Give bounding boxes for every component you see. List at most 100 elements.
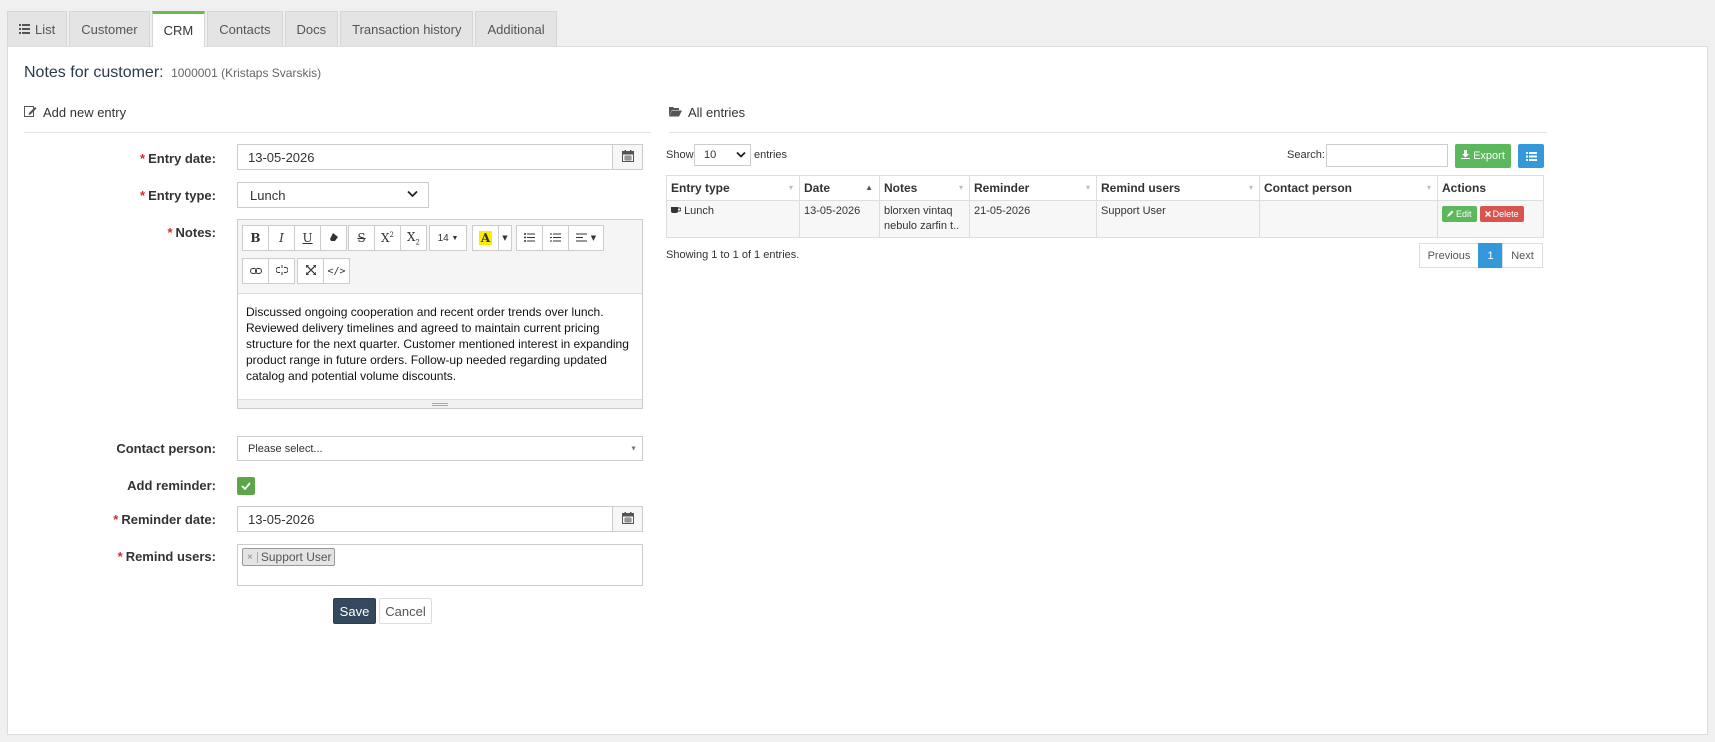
export-button[interactable]: Export — [1455, 144, 1511, 168]
contact-person-label: Contact person: — [116, 441, 216, 456]
editor-toolbar: B I U S X2 X2 14 ▼ A ▼ ▼ </> — [238, 220, 642, 294]
subscript-button[interactable]: X2 — [400, 225, 427, 251]
bullet-list-button[interactable] — [516, 225, 543, 251]
col-date[interactable]: Date ▲ — [799, 175, 880, 201]
tab-additional[interactable]: Additional — [475, 11, 557, 46]
bullet-list-icon — [524, 231, 535, 245]
col-label: Actions — [1442, 181, 1487, 195]
tab-transaction-history[interactable]: Transaction history — [340, 11, 474, 46]
remove-tag-icon[interactable]: × — [243, 551, 258, 563]
previous-page-button[interactable]: Previous — [1419, 243, 1479, 268]
cell-contact-person — [1259, 200, 1438, 238]
all-entries-heading: All entries — [669, 105, 1547, 133]
toolbar-script-group: S X2 X2 — [348, 225, 427, 251]
entry-date-field[interactable]: 13-05-2026 — [237, 144, 643, 170]
list-icon — [19, 22, 30, 37]
all-entries-heading-text: All entries — [688, 105, 746, 120]
edit-button[interactable]: Edit — [1442, 206, 1477, 222]
code-view-button[interactable]: </> — [323, 258, 350, 284]
delete-label: Delete — [1492, 208, 1519, 219]
caret-down-icon: ▼ — [590, 234, 597, 242]
entry-date-label-text: Entry date: — [148, 151, 216, 166]
notes-label: * Notes: — [167, 225, 216, 240]
required-mark: * — [167, 225, 173, 240]
page-size-select[interactable]: 10 — [694, 144, 751, 166]
entry-type-label-text: Entry type: — [148, 188, 216, 203]
reminder-date-label: * Reminder date: — [113, 512, 216, 527]
entry-type-select[interactable]: Lunch — [237, 182, 429, 208]
editor-resize-handle[interactable] — [238, 399, 642, 408]
add-reminder-checkbox[interactable] — [237, 477, 255, 495]
cancel-button[interactable]: Cancel — [379, 598, 432, 624]
calendar-button[interactable] — [612, 507, 642, 531]
toolbar-color-group: A ▼ — [472, 225, 512, 251]
cell-date: 13-05-2026 — [799, 200, 880, 238]
superscript-icon: X2 — [380, 231, 394, 245]
reminder-date-field[interactable]: 13-05-2026 — [237, 506, 643, 532]
calendar-icon — [621, 511, 634, 527]
col-entry-type[interactable]: Entry type ▾ — [666, 175, 800, 201]
cell-reminder: 21-05-2026 — [969, 200, 1097, 238]
notes-text[interactable]: Discussed ongoing cooperation and recent… — [246, 304, 634, 384]
col-notes[interactable]: Notes ▾ — [879, 175, 970, 201]
reminder-date-value: 13-05-2026 — [248, 511, 315, 527]
tab-customer[interactable]: Customer — [69, 11, 150, 46]
add-entry-heading: Add new entry — [24, 105, 651, 133]
unlink-button[interactable] — [268, 258, 295, 284]
tab-docs[interactable]: Docs — [284, 11, 339, 46]
cell-notes: blorxen vintaq nebulo zarfin t.. — [879, 200, 970, 238]
contact-person-placeholder: Please select... — [248, 442, 323, 455]
font-size-dropdown[interactable]: 14 ▼ — [429, 225, 467, 251]
link-button[interactable] — [242, 258, 269, 284]
save-button[interactable]: Save — [333, 598, 376, 624]
tab-crm[interactable]: CRM — [151, 11, 206, 47]
entries-table: Entry type ▾ Date ▲ Notes ▾ Reminder ▾ Remin… — [666, 175, 1544, 238]
col-remind-users[interactable]: Remind users ▾ — [1096, 175, 1260, 201]
next-page-button[interactable]: Next — [1502, 243, 1543, 268]
numbered-list-button[interactable] — [542, 225, 569, 251]
delete-button[interactable]: Delete — [1479, 206, 1524, 222]
align-dropdown-button[interactable]: ▼ — [568, 225, 604, 251]
customer-id: 1000001 (Kristaps Svarskis) — [171, 66, 322, 80]
tab-contacts[interactable]: Contacts — [207, 11, 283, 46]
entry-type-label: * Entry type: — [140, 188, 216, 203]
color-dropdown-button[interactable]: ▼ — [498, 225, 512, 251]
col-label: Remind users — [1101, 181, 1181, 195]
italic-button[interactable]: I — [268, 225, 295, 251]
table-row[interactable]: Lunch 13-05-2026 blorxen vintaq nebulo z… — [666, 200, 1544, 238]
col-label: Entry type — [671, 181, 730, 195]
tab-list[interactable]: List — [7, 11, 68, 46]
clear-format-button[interactable] — [320, 225, 347, 251]
cell-remind-users: Support User — [1096, 200, 1260, 238]
fullscreen-button[interactable] — [297, 258, 324, 284]
entry-date-label: * Entry date: — [140, 151, 216, 166]
list-icon — [1525, 149, 1537, 164]
sort-icon: ▾ — [1248, 183, 1253, 192]
download-icon — [1461, 150, 1471, 162]
close-icon — [1484, 207, 1491, 222]
entry-type-label-wrap: * Entry type: — [8, 187, 234, 207]
superscript-button[interactable]: X2 — [374, 225, 401, 251]
remind-users-field[interactable]: × Support User — [237, 544, 643, 586]
sort-asc-icon: ▲ — [865, 183, 873, 192]
column-visibility-button[interactable] — [1518, 144, 1544, 168]
tab-label: Transaction history — [352, 21, 462, 37]
required-mark: * — [140, 188, 146, 203]
highlight-color-button[interactable]: A — [472, 225, 499, 251]
bold-button[interactable]: B — [242, 225, 269, 251]
entries-label: entries — [754, 149, 788, 161]
search-input[interactable] — [1326, 144, 1448, 167]
contact-person-select[interactable]: Please select... ▼ — [237, 436, 643, 461]
page-1-button[interactable]: 1 — [1478, 243, 1503, 268]
col-contact-person[interactable]: Contact person ▾ — [1259, 175, 1438, 201]
unlink-icon — [275, 264, 288, 278]
chevron-down-icon — [736, 150, 746, 161]
expand-icon — [304, 264, 317, 278]
strikethrough-button[interactable]: S — [348, 225, 375, 251]
underline-button[interactable]: U — [294, 225, 321, 251]
check-icon — [241, 479, 251, 493]
toolbar-link-group — [242, 258, 295, 284]
italic-icon: I — [279, 231, 284, 245]
col-reminder[interactable]: Reminder ▾ — [969, 175, 1097, 201]
calendar-button[interactable] — [612, 145, 642, 169]
